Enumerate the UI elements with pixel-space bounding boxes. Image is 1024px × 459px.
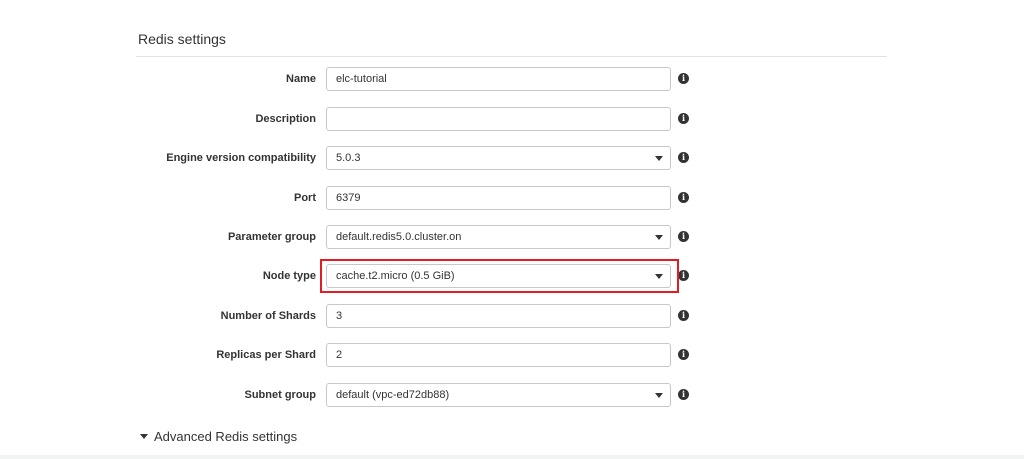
- subnet-group-label: Subnet group: [244, 389, 317, 401]
- form-row-shards: Number of Shards i: [0, 302, 1024, 330]
- description-input[interactable]: [326, 107, 671, 131]
- engine-version-label: Engine version compatibility: [166, 152, 316, 164]
- chevron-down-icon: [655, 156, 663, 161]
- info-icon[interactable]: i: [678, 389, 689, 400]
- form-row-name: Name i: [0, 65, 1024, 93]
- triangle-down-icon: [140, 434, 148, 440]
- port-label: Port: [294, 192, 316, 204]
- node-type-select[interactable]: cache.t2.micro (0.5 GiB): [326, 264, 671, 288]
- subnet-group-value: default (vpc-ed72db88): [336, 389, 450, 401]
- node-type-value: cache.t2.micro (0.5 GiB): [336, 270, 455, 282]
- engine-version-select[interactable]: 5.0.3: [326, 146, 671, 170]
- info-icon[interactable]: i: [678, 270, 689, 281]
- subnet-group-select[interactable]: default (vpc-ed72db88): [326, 383, 671, 407]
- form-row-engine-version: Engine version compatibility 5.0.3 i: [0, 144, 1024, 172]
- chevron-down-icon: [655, 235, 663, 240]
- bottom-divider: [0, 455, 1024, 459]
- info-icon[interactable]: i: [678, 310, 689, 321]
- name-input[interactable]: [326, 67, 671, 91]
- form-row-parameter-group: Parameter group default.redis5.0.cluster…: [0, 223, 1024, 251]
- info-icon[interactable]: i: [678, 152, 689, 163]
- advanced-redis-settings-label: Advanced Redis settings: [154, 429, 298, 444]
- info-icon[interactable]: i: [678, 349, 689, 360]
- info-icon[interactable]: i: [678, 231, 689, 242]
- replicas-input[interactable]: [326, 343, 671, 367]
- advanced-redis-settings-toggle[interactable]: Advanced Redis settings: [140, 428, 297, 446]
- form-row-node-type: Node type cache.t2.micro (0.5 GiB) i: [0, 262, 1024, 290]
- chevron-down-icon: [655, 393, 663, 398]
- port-input[interactable]: [326, 186, 671, 210]
- form-row-replicas: Replicas per Shard i: [0, 341, 1024, 369]
- description-label: Description: [255, 113, 316, 125]
- shards-label: Number of Shards: [220, 310, 316, 322]
- info-icon[interactable]: i: [678, 192, 689, 203]
- parameter-group-select[interactable]: default.redis5.0.cluster.on: [326, 225, 671, 249]
- replicas-label: Replicas per Shard: [216, 349, 316, 361]
- info-icon[interactable]: i: [678, 113, 689, 124]
- shards-input[interactable]: [326, 304, 671, 328]
- form-row-subnet-group: Subnet group default (vpc-ed72db88) i: [0, 381, 1024, 409]
- form-row-port: Port i: [0, 184, 1024, 212]
- engine-version-value: 5.0.3: [336, 152, 361, 164]
- name-label: Name: [286, 73, 316, 85]
- chevron-down-icon: [655, 274, 663, 279]
- section-divider: [136, 56, 887, 57]
- section-title: Redis settings: [138, 31, 226, 47]
- info-icon[interactable]: i: [678, 73, 689, 84]
- form-row-description: Description i: [0, 105, 1024, 133]
- parameter-group-label: Parameter group: [227, 231, 316, 243]
- node-type-label: Node type: [262, 270, 316, 282]
- parameter-group-value: default.redis5.0.cluster.on: [336, 231, 462, 243]
